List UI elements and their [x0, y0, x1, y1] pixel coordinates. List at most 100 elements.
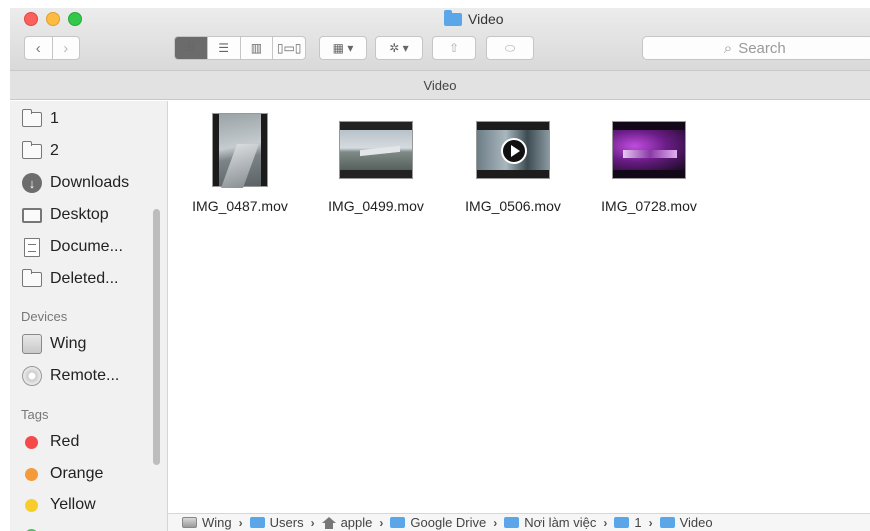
- arrange-button[interactable]: ▦ ▾: [319, 36, 367, 60]
- path-separator: ›: [310, 515, 315, 530]
- sidebar-item-label: Red: [50, 433, 80, 450]
- arrange-icon: ▦ ▾: [332, 41, 354, 55]
- sidebar-item-2[interactable]: 2: [22, 139, 59, 163]
- path-separator: ›: [379, 515, 384, 530]
- folder-icon: [22, 268, 42, 287]
- path-crumb-wing[interactable]: Wing: [182, 515, 232, 530]
- path-crumb-label: 1: [634, 515, 642, 530]
- path-separator: ›: [603, 515, 608, 530]
- coverflow-view-button[interactable]: ▯▭▯: [272, 37, 305, 59]
- path-crumb-label: Google Drive: [410, 515, 487, 530]
- back-forward-group: ‹ ›: [24, 36, 80, 60]
- share-button[interactable]: ⇧: [432, 36, 476, 60]
- path-crumb-label: apple: [340, 515, 373, 530]
- folder-icon: [444, 9, 462, 26]
- list-view-icon: ☰: [218, 41, 229, 55]
- file-item[interactable]: IMG_0506.mov: [453, 112, 573, 214]
- sidebar-item-tag-green[interactable]: [22, 523, 42, 531]
- desktop-icon: [22, 207, 42, 223]
- sidebar-item-label: 2: [50, 142, 59, 159]
- action-button[interactable]: ✲ ▾: [375, 36, 423, 60]
- sidebar-heading-tags: Tags: [21, 407, 49, 422]
- file-name: IMG_0506.mov: [465, 198, 561, 214]
- sidebar-scrollbar[interactable]: [153, 209, 160, 465]
- downloads-icon: ↓: [22, 173, 42, 193]
- path-crumb-apple[interactable]: apple: [321, 515, 373, 530]
- sidebar-item-label: Yellow: [50, 496, 96, 513]
- folder-icon: [22, 140, 42, 159]
- column-view-icon: ▥: [250, 41, 263, 55]
- path-crumb-google-drive[interactable]: Google Drive: [390, 515, 486, 530]
- sidebar-item-label: Downloads: [50, 174, 130, 191]
- sidebar-item-tag-red[interactable]: Red: [22, 430, 79, 454]
- file-name: IMG_0499.mov: [328, 198, 424, 214]
- hard-drive-icon: [22, 334, 42, 354]
- window-title-text: Video: [468, 11, 504, 27]
- path-title-bar: Video: [10, 70, 870, 100]
- folder-icon: [659, 517, 675, 528]
- search-field[interactable]: ⌕: [642, 36, 870, 60]
- google-drive-folder-icon: [390, 517, 406, 528]
- sidebar-item-desktop[interactable]: Desktop: [22, 203, 109, 227]
- file-name: IMG_0728.mov: [601, 198, 697, 214]
- path-crumb-1[interactable]: 1: [614, 515, 642, 530]
- file-item[interactable]: IMG_0487.mov: [180, 112, 300, 214]
- minimize-window-button[interactable]: [46, 12, 60, 26]
- path-crumb-noi-lam-viec[interactable]: Nơi làm việc: [504, 515, 596, 530]
- column-view-button[interactable]: ▥: [239, 37, 273, 59]
- sidebar-item-documents[interactable]: Docume...: [22, 235, 123, 259]
- file-item[interactable]: IMG_0499.mov: [316, 112, 436, 214]
- forward-button[interactable]: ›: [51, 37, 80, 59]
- sidebar-item-label: Docume...: [50, 238, 123, 255]
- sidebar-item-wing[interactable]: Wing: [22, 332, 86, 356]
- window-toolbar: Video ‹ › ⠿ ☰ ▥ ▯▭▯ ▦ ▾ ✲ ▾ ⇧ ⬭ ⌕: [10, 8, 870, 70]
- icon-view-button[interactable]: ⠿: [175, 37, 207, 59]
- sidebar-item-label: Wing: [50, 335, 87, 352]
- remote-disc-icon: [22, 366, 42, 386]
- close-window-button[interactable]: [24, 12, 38, 26]
- path-crumb-users[interactable]: Users: [249, 515, 304, 530]
- current-folder-title: Video: [423, 77, 457, 93]
- sidebar-item-remote-disc[interactable]: Remote...: [22, 364, 119, 388]
- path-crumb-label: Wing: [202, 515, 232, 530]
- gear-icon: ✲ ▾: [389, 41, 409, 55]
- path-crumb-label: Users: [269, 515, 304, 530]
- zoom-window-button[interactable]: [68, 12, 82, 26]
- file-name: IMG_0487.mov: [192, 198, 288, 214]
- path-crumb-video[interactable]: Video: [659, 515, 713, 530]
- video-thumbnail: [339, 121, 413, 179]
- window-title: Video: [444, 9, 504, 28]
- video-thumbnail: [612, 121, 686, 179]
- folder-icon: [504, 517, 520, 528]
- sidebar-item-deleted[interactable]: Deleted...: [22, 267, 118, 291]
- path-bar: Wing › Users › apple › Google Drive › Nơ…: [168, 513, 870, 531]
- red-tag-icon: [25, 435, 38, 449]
- back-button[interactable]: ‹: [25, 37, 52, 59]
- view-mode-group: ⠿ ☰ ▥ ▯▭▯: [174, 36, 306, 60]
- path-separator: ›: [648, 515, 653, 530]
- sidebar: 1 2 ↓ Downloads Desktop Docume... Delete…: [10, 101, 168, 531]
- list-view-button[interactable]: ☰: [206, 37, 240, 59]
- path-separator: ›: [238, 515, 243, 530]
- play-icon: [501, 138, 527, 164]
- video-thumbnail: [476, 121, 550, 179]
- home-icon: [321, 516, 336, 529]
- folder-icon: [249, 517, 265, 528]
- sidebar-item-downloads[interactable]: ↓ Downloads: [22, 171, 129, 195]
- path-crumb-label: Video: [679, 515, 713, 530]
- sidebar-item-label: 1: [50, 110, 59, 127]
- tag-icon: ⬭: [504, 40, 516, 55]
- sidebar-item-tag-orange[interactable]: Orange: [22, 462, 103, 486]
- search-icon: ⌕: [723, 39, 733, 57]
- edit-tags-button[interactable]: ⬭: [486, 36, 534, 60]
- sidebar-item-tag-yellow[interactable]: Yellow: [22, 493, 96, 517]
- folder-icon: [614, 517, 630, 528]
- path-crumb-label: Nơi làm việc: [524, 515, 597, 530]
- sidebar-heading-devices: Devices: [21, 309, 68, 324]
- documents-icon: [24, 237, 40, 257]
- coverflow-view-icon: ▯▭▯: [276, 41, 302, 55]
- sidebar-item-label: Desktop: [50, 206, 109, 223]
- search-input[interactable]: [738, 39, 793, 57]
- sidebar-item-1[interactable]: 1: [22, 107, 59, 131]
- file-item[interactable]: IMG_0728.mov: [589, 112, 709, 214]
